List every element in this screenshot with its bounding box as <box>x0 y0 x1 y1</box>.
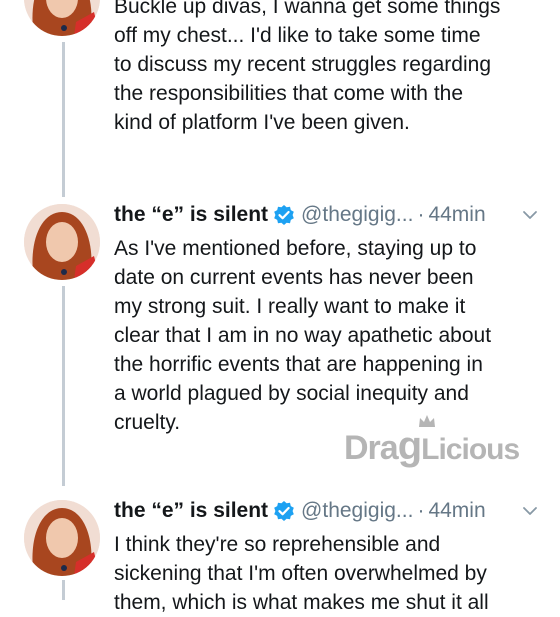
tweet-text: As I've mentioned before, staying up to … <box>114 237 492 434</box>
verified-badge-icon <box>273 204 295 226</box>
timestamp[interactable]: 44min <box>428 203 485 227</box>
avatar[interactable] <box>24 500 100 576</box>
tweet[interactable]: Buckle up divas, I wanna get some things… <box>0 0 560 160</box>
tweet-text: Buckle up divas, I wanna get some things… <box>114 0 501 134</box>
tweet[interactable]: the “e” is silent @thegigig... · 44min I… <box>0 494 560 614</box>
tweet-text: I think they're so reprehensible and sic… <box>114 533 489 614</box>
separator-dot: · <box>417 203 425 226</box>
display-name[interactable]: the “e” is silent <box>114 203 268 227</box>
watermark-logo: DragLicious <box>344 415 520 469</box>
tweet-header: the “e” is silent @thegigig... · 44min <box>114 494 546 528</box>
tweet-header: the “e” is silent @thegigig... · 44min <box>114 198 546 232</box>
display-name[interactable]: the “e” is silent <box>114 499 268 523</box>
user-handle[interactable]: @thegigig... <box>301 499 413 523</box>
user-handle[interactable]: @thegigig... <box>301 203 413 227</box>
tweet[interactable]: the “e” is silent @thegigig... · 44min A… <box>0 198 560 458</box>
avatar[interactable] <box>24 204 100 280</box>
chevron-down-icon[interactable] <box>522 503 538 519</box>
verified-badge-icon <box>273 500 295 522</box>
separator-dot: · <box>417 499 425 522</box>
avatar[interactable] <box>24 0 100 36</box>
timestamp[interactable]: 44min <box>428 499 485 523</box>
chevron-down-icon[interactable] <box>522 207 538 223</box>
